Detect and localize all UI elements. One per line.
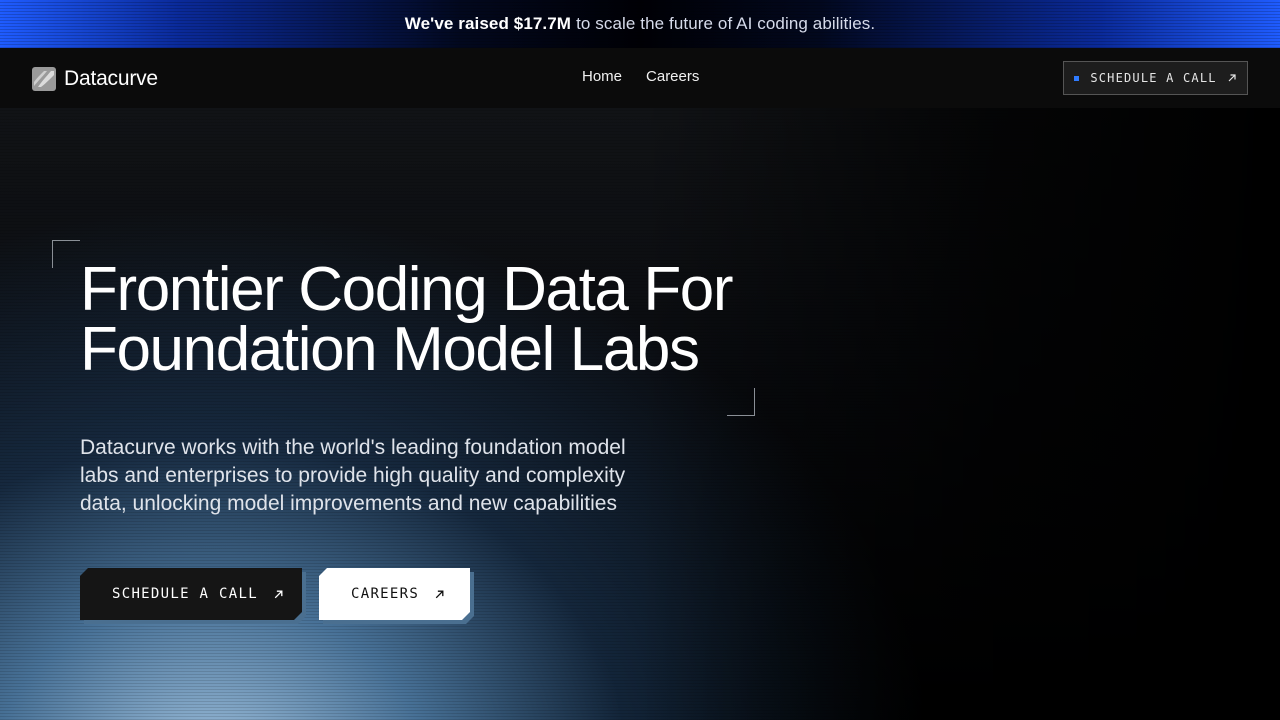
nav-schedule-call-label: SCHEDULE A CALL xyxy=(1090,71,1217,85)
corner-bracket-bottom-right xyxy=(727,388,755,416)
hero-careers-button[interactable]: CAREERS xyxy=(319,568,470,620)
announcement-text: to scale the future of AI coding abiliti… xyxy=(576,14,876,33)
announcement-banner[interactable]: We've raised $17.7M to scale the future … xyxy=(0,0,1280,48)
nav-schedule-call-button[interactable]: SCHEDULE A CALL xyxy=(1063,61,1248,95)
brand-link[interactable]: Datacurve xyxy=(32,67,158,91)
nav-links: Home Careers xyxy=(582,68,723,85)
hero-title-line-2: Foundation Model Labs xyxy=(80,315,700,384)
brand-name: Datacurve xyxy=(64,67,158,90)
hero-section: Frontier Coding Data For Foundation Mode… xyxy=(0,108,1280,720)
hero-description: Datacurve works with the world's leading… xyxy=(80,436,626,515)
arrow-up-right-icon xyxy=(273,589,284,600)
hero-schedule-call-button[interactable]: SCHEDULE A CALL xyxy=(80,568,302,620)
announcement-highlight: We've raised $17.7M xyxy=(404,14,572,33)
hero-schedule-call-label: SCHEDULE A CALL xyxy=(112,586,258,602)
arrow-up-right-icon xyxy=(1228,74,1236,82)
arrow-up-right-icon xyxy=(434,589,445,600)
hero-title-line-1: Frontier Coding Data For xyxy=(80,255,734,324)
accent-square-icon xyxy=(1074,75,1080,81)
hero-careers-label: CAREERS xyxy=(351,586,420,602)
top-nav: Datacurve Home Careers SCHEDULE A CALL xyxy=(0,48,1280,108)
corner-bracket-top-left xyxy=(52,240,80,268)
nav-link-careers[interactable]: Careers xyxy=(646,68,699,85)
hero-title: Frontier Coding Data For Foundation Mode… xyxy=(80,255,800,384)
nav-link-home[interactable]: Home xyxy=(582,68,622,85)
datacurve-logo-icon xyxy=(32,67,56,91)
